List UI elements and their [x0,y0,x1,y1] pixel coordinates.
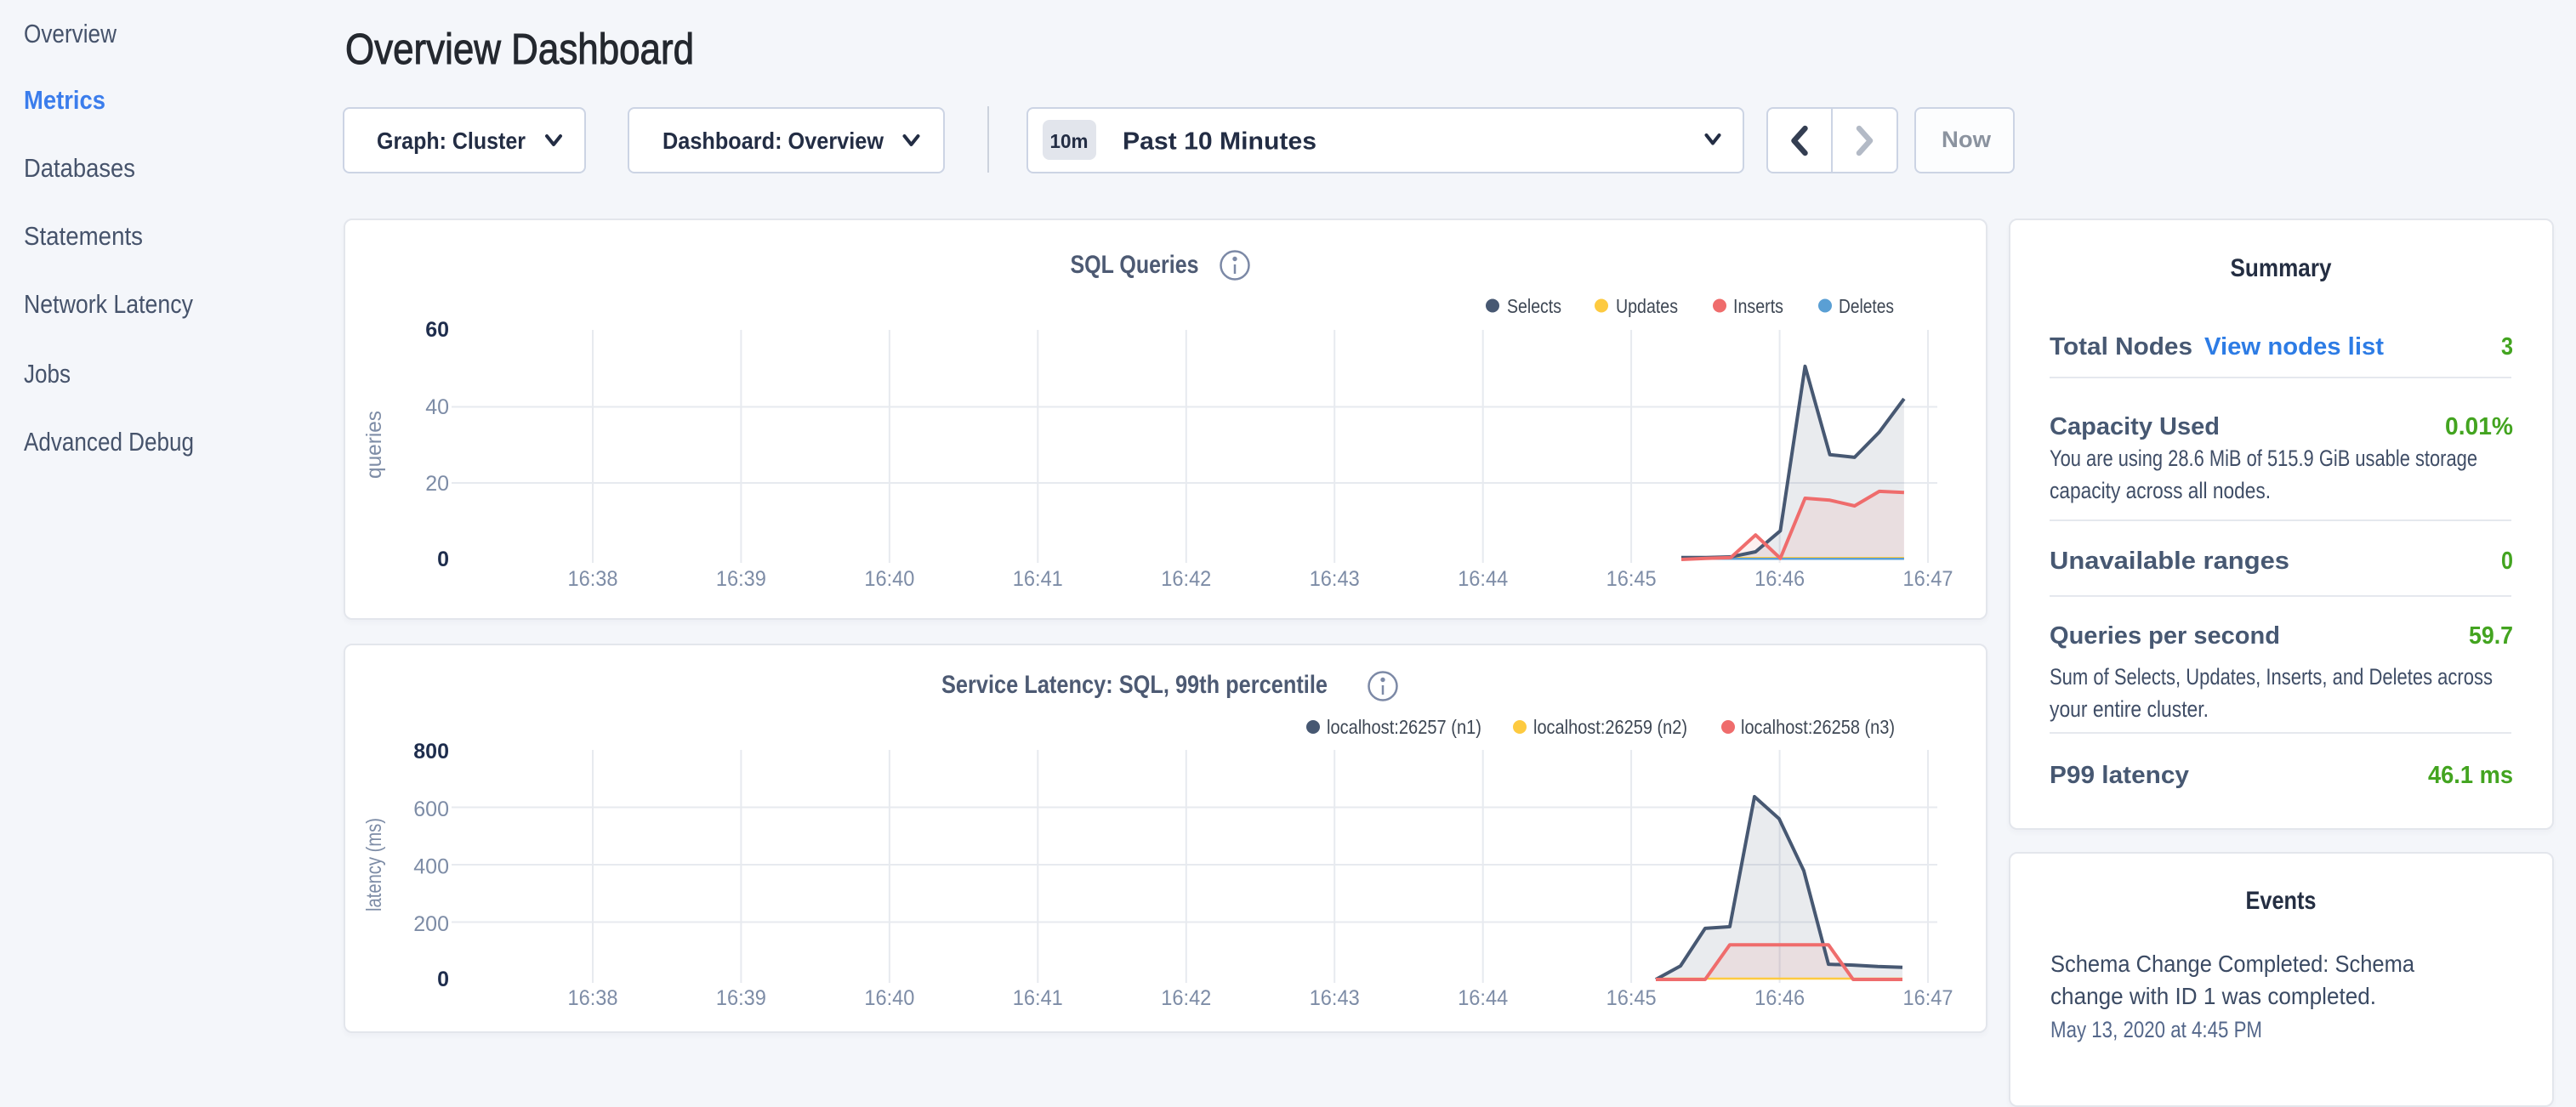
svg-text:Sum of Selects, Updates, Inser: Sum of Selects, Updates, Inserts, and De… [2050,664,2493,690]
svg-text:Queries per second: Queries per second [2050,622,2280,650]
svg-text:Service Latency: SQL, 99th per: Service Latency: SQL, 99th percentile [941,671,1328,699]
svg-text:16:45: 16:45 [1606,567,1657,591]
svg-text:16:39: 16:39 [716,567,766,591]
svg-text:400: 400 [413,855,449,879]
svg-text:May 13, 2020 at 4:45 PM: May 13, 2020 at 4:45 PM [2050,1017,2262,1042]
svg-text:200: 200 [413,912,449,936]
svg-text:latency (ms): latency (ms) [362,818,386,911]
svg-text:localhost:26258 (n3): localhost:26258 (n3) [1741,716,1895,738]
svg-text:16:40: 16:40 [864,986,914,1010]
svg-text:16:39: 16:39 [716,986,766,1010]
svg-text:3: 3 [2501,333,2513,360]
svg-text:16:43: 16:43 [1310,986,1360,1010]
svg-text:16:38: 16:38 [568,986,618,1010]
svg-text:Graph: Cluster: Graph: Cluster [377,128,526,154]
svg-text:Now: Now [1942,127,1992,152]
svg-text:10m: 10m [1050,130,1089,152]
svg-text:Advanced Debug: Advanced Debug [24,427,194,457]
svg-text:20: 20 [425,472,449,496]
svg-text:View nodes list: View nodes list [2204,333,2384,360]
svg-text:16:46: 16:46 [1754,986,1805,1010]
svg-text:Schema Change Completed: Schem: Schema Change Completed: Schema [2050,951,2414,977]
svg-text:Capacity Used: Capacity Used [2050,413,2220,440]
svg-text:0: 0 [437,548,449,571]
svg-text:59.7: 59.7 [2469,622,2513,650]
svg-text:16:45: 16:45 [1606,986,1657,1010]
svg-text:46.1 ms: 46.1 ms [2428,762,2513,789]
svg-text:P99 latency: P99 latency [2050,762,2189,789]
svg-text:localhost:26257 (n1): localhost:26257 (n1) [1327,716,1481,738]
svg-text:16:42: 16:42 [1161,567,1211,591]
svg-text:16:46: 16:46 [1754,567,1805,591]
svg-text:16:43: 16:43 [1310,567,1360,591]
svg-text:16:44: 16:44 [1458,986,1508,1010]
svg-text:0: 0 [2501,548,2513,575]
svg-text:16:38: 16:38 [568,567,618,591]
svg-text:Total Nodes: Total Nodes [2050,333,2192,360]
svg-text:Dashboard: Overview: Dashboard: Overview [662,128,884,154]
svg-text:16:41: 16:41 [1013,567,1063,591]
svg-text:Statements: Statements [24,221,143,251]
svg-text:40: 40 [425,395,449,419]
svg-text:Summary: Summary [2231,254,2332,282]
svg-text:60: 60 [425,318,449,342]
svg-text:16:47: 16:47 [1903,567,1953,591]
svg-text:Selects: Selects [1507,295,1561,317]
svg-text:Updates: Updates [1616,295,1678,317]
svg-text:16:41: 16:41 [1013,986,1063,1010]
svg-text:your entire cluster.: your entire cluster. [2050,696,2209,722]
svg-text:0: 0 [437,968,449,991]
svg-text:queries: queries [362,411,386,479]
svg-text:16:44: 16:44 [1458,567,1508,591]
svg-text:16:47: 16:47 [1903,986,1953,1010]
svg-text:800: 800 [413,740,449,764]
svg-text:600: 600 [413,798,449,821]
svg-text:capacity across all nodes.: capacity across all nodes. [2050,478,2271,503]
svg-text:Inserts: Inserts [1733,295,1783,317]
svg-text:Overview: Overview [24,19,117,48]
svg-text:Metrics: Metrics [24,85,105,115]
svg-text:0.01%: 0.01% [2445,413,2513,440]
svg-text:Past 10 Minutes: Past 10 Minutes [1123,128,1316,156]
svg-text:Databases: Databases [24,153,135,183]
svg-text:localhost:26259 (n2): localhost:26259 (n2) [1533,716,1687,738]
svg-text:Deletes: Deletes [1839,295,1894,317]
svg-text:16:40: 16:40 [864,567,914,591]
svg-text:16:42: 16:42 [1161,986,1211,1010]
svg-text:You are using 28.6 MiB of 515.: You are using 28.6 MiB of 515.9 GiB usab… [2050,446,2477,471]
svg-text:Jobs: Jobs [24,359,71,389]
svg-text:Network Latency: Network Latency [24,289,193,319]
svg-text:change with ID 1 was completed: change with ID 1 was completed. [2050,983,2376,1009]
svg-text:SQL Queries: SQL Queries [1071,251,1199,279]
svg-text:Overview Dashboard: Overview Dashboard [345,25,694,73]
svg-text:Unavailable ranges: Unavailable ranges [2050,548,2289,575]
svg-text:Events: Events [2246,887,2317,915]
